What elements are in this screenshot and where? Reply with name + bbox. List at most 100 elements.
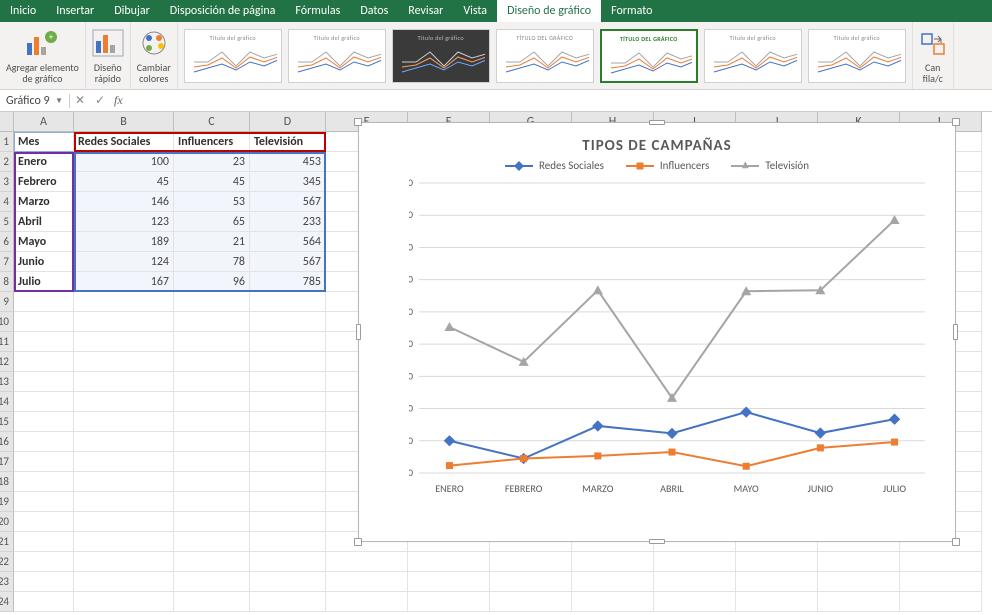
cell[interactable] bbox=[490, 572, 572, 592]
col-header[interactable]: B bbox=[74, 112, 174, 132]
cell[interactable] bbox=[74, 492, 174, 512]
cell[interactable]: 564 bbox=[250, 232, 326, 252]
cell[interactable] bbox=[14, 332, 74, 352]
cell[interactable] bbox=[74, 512, 174, 532]
cell[interactable] bbox=[74, 472, 174, 492]
cell[interactable]: 189 bbox=[74, 232, 174, 252]
row-header[interactable]: 22 bbox=[0, 552, 14, 572]
row-header[interactable]: 7 bbox=[0, 252, 14, 272]
cell[interactable] bbox=[74, 572, 174, 592]
row-header[interactable]: 12 bbox=[0, 352, 14, 372]
switch-row-col-button[interactable]: Can fila/c bbox=[912, 22, 954, 89]
cell[interactable] bbox=[490, 552, 572, 572]
cell[interactable] bbox=[250, 372, 326, 392]
cell[interactable] bbox=[250, 412, 326, 432]
ribbon-tab-insertar[interactable]: Insertar bbox=[46, 0, 104, 22]
row-header[interactable]: 20 bbox=[0, 512, 14, 532]
cell[interactable] bbox=[14, 552, 74, 572]
cell[interactable] bbox=[490, 592, 572, 612]
row-header[interactable]: 5 bbox=[0, 212, 14, 232]
cell[interactable] bbox=[572, 572, 654, 592]
cell[interactable] bbox=[174, 552, 250, 572]
cell[interactable] bbox=[14, 372, 74, 392]
ribbon-tab-disposici-n-de-p-gina[interactable]: Disposición de página bbox=[160, 0, 286, 22]
cell[interactable] bbox=[572, 592, 654, 612]
row-header[interactable]: 4 bbox=[0, 192, 14, 212]
cell[interactable] bbox=[74, 432, 174, 452]
cell[interactable] bbox=[74, 412, 174, 432]
add-chart-element-button[interactable]: + Agregar elemento de gráfico bbox=[0, 22, 86, 89]
cell[interactable] bbox=[250, 512, 326, 532]
cell[interactable] bbox=[74, 292, 174, 312]
cell[interactable] bbox=[736, 572, 818, 592]
cell[interactable] bbox=[250, 572, 326, 592]
confirm-button[interactable]: ✓ bbox=[90, 93, 110, 108]
chart-title[interactable]: TIPOS DE CAMPAÑAS bbox=[359, 123, 955, 159]
cell[interactable] bbox=[250, 312, 326, 332]
ribbon-tab-dise-o-de-gr-fico[interactable]: Diseño de gráfico bbox=[497, 0, 601, 22]
cell[interactable] bbox=[174, 412, 250, 432]
resize-handle[interactable] bbox=[354, 118, 362, 126]
cell[interactable] bbox=[174, 372, 250, 392]
row-header[interactable]: 2 bbox=[0, 152, 14, 172]
row-header[interactable]: 14 bbox=[0, 392, 14, 412]
cell[interactable]: 23 bbox=[174, 152, 250, 172]
ribbon-tab-formato[interactable]: Formato bbox=[601, 0, 662, 22]
cell[interactable]: Abril bbox=[14, 212, 74, 232]
cell[interactable] bbox=[408, 572, 490, 592]
row-header[interactable]: 11 bbox=[0, 332, 14, 352]
cell[interactable] bbox=[326, 572, 408, 592]
cell[interactable] bbox=[174, 512, 250, 532]
row-header[interactable]: 24 bbox=[0, 592, 14, 612]
chart-style-thumb[interactable]: TÍTULO DEL GRÁFICO bbox=[496, 29, 594, 83]
cell[interactable] bbox=[14, 492, 74, 512]
chart-styles-gallery[interactable]: Título del gráficoTítulo del gráficoTítu… bbox=[178, 22, 912, 89]
chart-style-thumb[interactable]: Título del gráfico bbox=[808, 29, 906, 83]
cell[interactable] bbox=[736, 552, 818, 572]
cell[interactable] bbox=[14, 312, 74, 332]
cell[interactable] bbox=[174, 592, 250, 612]
cell[interactable] bbox=[74, 352, 174, 372]
cell[interactable] bbox=[250, 532, 326, 552]
cell[interactable]: 567 bbox=[250, 252, 326, 272]
cell[interactable]: Televisión bbox=[250, 132, 326, 152]
row-header[interactable]: 6 bbox=[0, 232, 14, 252]
chart-style-thumb[interactable]: Título del gráfico bbox=[184, 29, 282, 83]
cell[interactable] bbox=[250, 552, 326, 572]
cancel-button[interactable]: ✕ bbox=[70, 93, 90, 108]
cell[interactable] bbox=[174, 392, 250, 412]
resize-handle[interactable] bbox=[649, 120, 665, 125]
cell[interactable] bbox=[250, 292, 326, 312]
cell[interactable]: Influencers bbox=[174, 132, 250, 152]
sheet-area[interactable]: ABCDEFGHIJKL1MesRedes SocialesInfluencer… bbox=[0, 112, 992, 615]
cell[interactable] bbox=[250, 392, 326, 412]
cell[interactable] bbox=[14, 572, 74, 592]
cell[interactable]: 453 bbox=[250, 152, 326, 172]
cell[interactable] bbox=[326, 552, 408, 572]
cell[interactable]: 233 bbox=[250, 212, 326, 232]
cell[interactable] bbox=[74, 452, 174, 472]
chart-style-thumb[interactable]: TÍTULO DEL GRÁFICO bbox=[600, 29, 698, 83]
cell[interactable] bbox=[250, 332, 326, 352]
cell[interactable] bbox=[14, 592, 74, 612]
cell[interactable] bbox=[818, 592, 900, 612]
cell[interactable] bbox=[250, 352, 326, 372]
cell[interactable] bbox=[736, 592, 818, 612]
cell[interactable]: 65 bbox=[174, 212, 250, 232]
cell[interactable] bbox=[14, 512, 74, 532]
cell[interactable]: 785 bbox=[250, 272, 326, 292]
legend-item[interactable]: Redes Sociales bbox=[505, 159, 604, 172]
cell[interactable]: 124 bbox=[74, 252, 174, 272]
resize-handle[interactable] bbox=[952, 538, 960, 546]
cell[interactable] bbox=[174, 312, 250, 332]
cell[interactable] bbox=[174, 352, 250, 372]
cell[interactable] bbox=[250, 592, 326, 612]
resize-handle[interactable] bbox=[952, 118, 960, 126]
ribbon-tab-inicio[interactable]: Inicio bbox=[0, 0, 46, 22]
cell[interactable] bbox=[818, 572, 900, 592]
cell[interactable]: 45 bbox=[174, 172, 250, 192]
name-box-dropdown-icon[interactable]: ▼ bbox=[55, 96, 63, 106]
cell[interactable]: 167 bbox=[74, 272, 174, 292]
row-header[interactable]: 9 bbox=[0, 292, 14, 312]
legend-item[interactable]: Influencers bbox=[626, 159, 709, 172]
